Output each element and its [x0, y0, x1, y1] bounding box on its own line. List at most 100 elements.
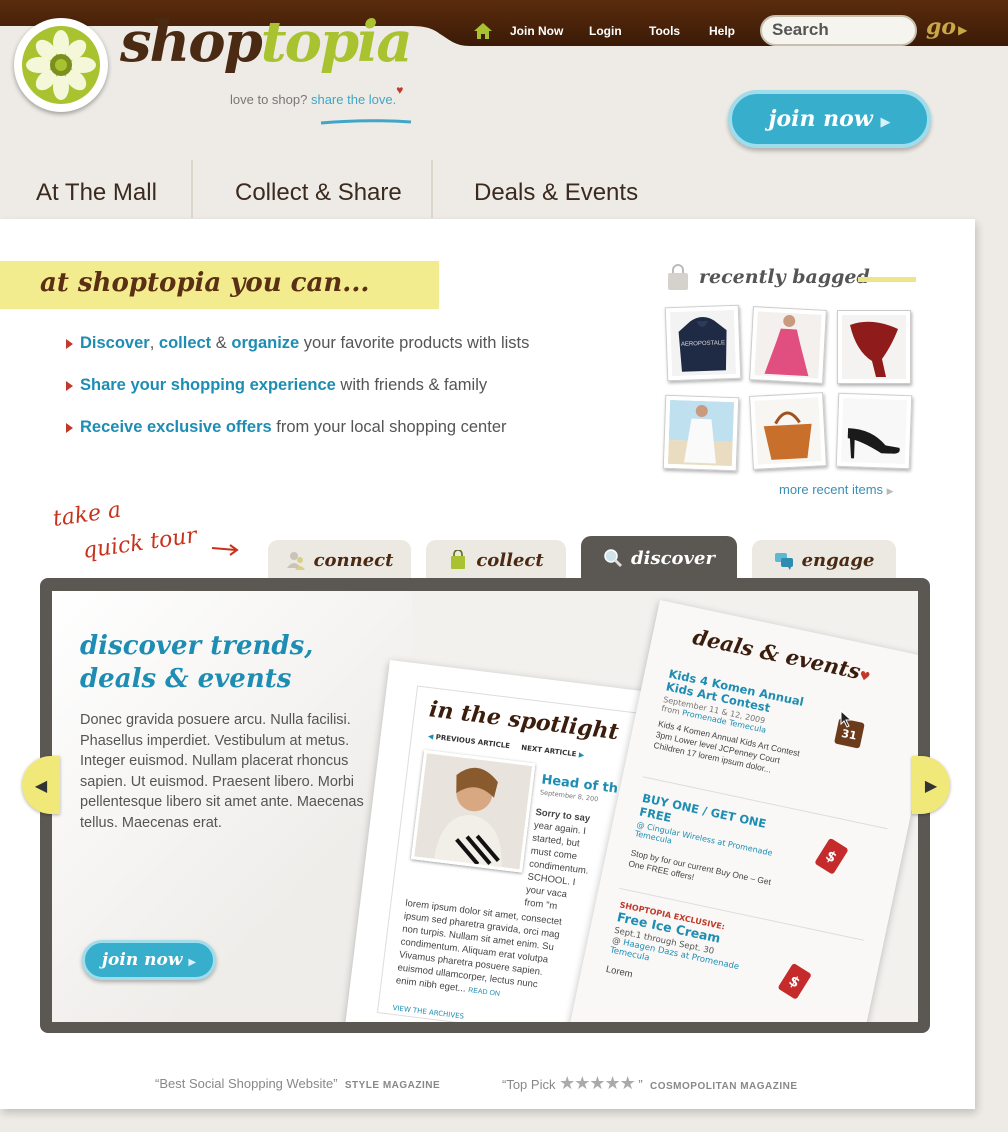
red-scarf-image: [842, 315, 906, 379]
bullet-text-part: from your local shopping center: [271, 418, 507, 436]
handbag-image: [754, 397, 822, 465]
bullet-text: Receive exclusive offers from your local…: [80, 418, 507, 437]
deals-events-page: deals & events♥ Kids 4 Komen Annual Kids…: [566, 600, 918, 1022]
bullet-link[interactable]: Share your shopping experience: [80, 376, 336, 394]
bullet-link[interactable]: organize: [231, 334, 299, 352]
logo-part-topia: topia: [260, 9, 413, 75]
chevron-right-icon: ▶: [886, 486, 894, 496]
tab-discover[interactable]: discover: [581, 536, 737, 580]
topnav-login-link[interactable]: Login: [589, 24, 622, 38]
heart-icon: ♥: [858, 668, 872, 685]
bullet-text-part: &: [211, 334, 232, 352]
bullet-link[interactable]: Discover: [80, 334, 150, 352]
tour-pages-viewport: in the spotlight ◀ PREVIOUS ARTICLE NEXT…: [52, 591, 918, 1022]
tab-collect-label: collect: [476, 549, 544, 571]
intro-bullet: Discover, collect & organize your favori…: [66, 334, 529, 353]
star-icon: ★: [619, 1073, 636, 1093]
quote-cosmopolitan: “Top Pick ★★★★★ ” COSMOPOLITAN MAGAZINE: [502, 1073, 798, 1094]
arrow-right-icon: ▶: [578, 750, 585, 760]
bagged-item-pink-dress[interactable]: [749, 306, 827, 384]
more-recent-items-link[interactable]: more recent items ▶: [779, 482, 894, 497]
tagline-prefix: love to shop?: [230, 92, 308, 107]
intro-bullet: Receive exclusive offers from your local…: [66, 418, 507, 437]
tab-connect[interactable]: connect: [268, 540, 411, 580]
topnav-join[interactable]: Join Now: [510, 18, 563, 44]
next-article-link[interactable]: NEXT ARTICLE ▶: [521, 744, 585, 760]
mouse-cursor-icon: [840, 709, 854, 728]
bullet-text: Discover, collect & organize your favori…: [80, 334, 529, 353]
play-arrow-icon: ▶: [880, 115, 891, 130]
bagged-item-orange-handbag[interactable]: [749, 392, 827, 470]
read-on-link[interactable]: READ ON: [468, 987, 501, 998]
quote-style: “Best Social Shopping Website” STYLE MAG…: [155, 1076, 440, 1091]
go-arrow-icon: ▶: [958, 23, 968, 37]
star-icon: ★: [589, 1073, 605, 1093]
arrow-right-icon: [211, 544, 239, 556]
arrow-right-icon: ▶: [924, 775, 938, 795]
star-icon: ★: [574, 1073, 590, 1093]
topnav-join-link[interactable]: Join Now: [510, 24, 563, 38]
hero-join-button[interactable]: join now ▶: [728, 90, 931, 148]
nav-collect-share-label: Collect & Share: [235, 178, 402, 206]
bagged-item-black-heels[interactable]: [835, 392, 913, 470]
topnav-help[interactable]: Help: [709, 18, 735, 44]
calendar-day: 31: [840, 726, 858, 743]
bullet-text-part: your favorite products with lists: [299, 334, 530, 352]
heart-icon: ♥: [396, 83, 404, 97]
topnav-login[interactable]: Login: [589, 18, 622, 44]
search-input[interactable]: Search: [760, 15, 917, 46]
nav-collect-share[interactable]: Collect & Share: [235, 170, 402, 215]
price-tag-icon: $: [814, 837, 849, 875]
shopping-bag-icon: [664, 264, 692, 292]
pink-dress-image: [754, 311, 822, 379]
tab-collect[interactable]: collect: [426, 540, 566, 580]
bagged-item-white-coverup[interactable]: [662, 394, 740, 472]
deal-item[interactable]: Kids 4 Komen Annual Kids Art Contest Sep…: [652, 667, 826, 784]
tab-engage-label: engage: [801, 549, 875, 571]
nav-divider: [191, 160, 193, 218]
logo-wordmark[interactable]: shoptopia: [120, 14, 413, 70]
previous-article-link[interactable]: ◀ PREVIOUS ARTICLE: [428, 732, 511, 750]
bullet-text-part: ,: [149, 334, 159, 352]
previous-article-label: PREVIOUS ARTICLE: [435, 733, 511, 751]
bullet-text-part: with friends & family: [335, 376, 488, 394]
topnav-tools[interactable]: Tools: [649, 18, 680, 44]
bagged-item-red-scarf[interactable]: [837, 310, 911, 384]
beach-coverup-image: [667, 399, 735, 467]
bullet-arrow-icon: [66, 422, 73, 433]
topnav-help-link[interactable]: Help: [709, 24, 735, 38]
people-icon: [286, 552, 305, 570]
nav-divider: [431, 160, 433, 218]
nav-at-the-mall[interactable]: At The Mall: [36, 170, 157, 215]
arrow-left-icon: ◀: [427, 732, 434, 741]
intro-bullet: Share your shopping experience with frie…: [66, 376, 487, 395]
logo-badge[interactable]: [14, 18, 108, 112]
tour-prompt-line1: take a: [52, 500, 123, 532]
tagline-highlight: share the love.: [310, 92, 397, 107]
deal-item[interactable]: BUY ONE / GET ONE FREE @ Cingular Wirele…: [627, 791, 800, 903]
bullet-arrow-icon: [66, 380, 73, 391]
quote-source: STYLE MAGAZINE: [344, 1080, 441, 1091]
topnav-tools-link[interactable]: Tools: [649, 24, 680, 38]
flower-icon: [22, 26, 100, 104]
bullet-link[interactable]: Receive exclusive offers: [80, 418, 272, 436]
tagline: love to shop? share the love.♥: [230, 83, 403, 107]
view-archives-link[interactable]: VIEW THE ARCHIVES: [392, 1004, 464, 1021]
price-tag-icon: $: [777, 962, 812, 1000]
more-recent-items-label: more recent items: [779, 482, 884, 497]
hoodie-image: AEROPOSTALE: [669, 309, 737, 377]
bag-icon: [451, 550, 466, 569]
bullet-text: Share your shopping experience with frie…: [80, 376, 487, 395]
go-label: go: [926, 14, 957, 40]
tab-engage[interactable]: engage: [752, 540, 896, 580]
intro-banner-text: at shoptopia you can...: [40, 268, 370, 298]
go-button[interactable]: go ▶: [926, 14, 967, 40]
bullet-link[interactable]: collect: [159, 334, 211, 352]
heels-image: [840, 397, 908, 465]
recently-bagged-title: recently bagged: [699, 266, 870, 288]
bagged-item-hoodie[interactable]: AEROPOSTALE: [664, 304, 742, 382]
quote-text: “Best Social Shopping Website”: [155, 1076, 338, 1091]
nav-deals-events[interactable]: Deals & Events: [474, 170, 638, 215]
next-article-label: NEXT ARTICLE: [520, 743, 577, 759]
home-icon[interactable]: [473, 22, 493, 40]
